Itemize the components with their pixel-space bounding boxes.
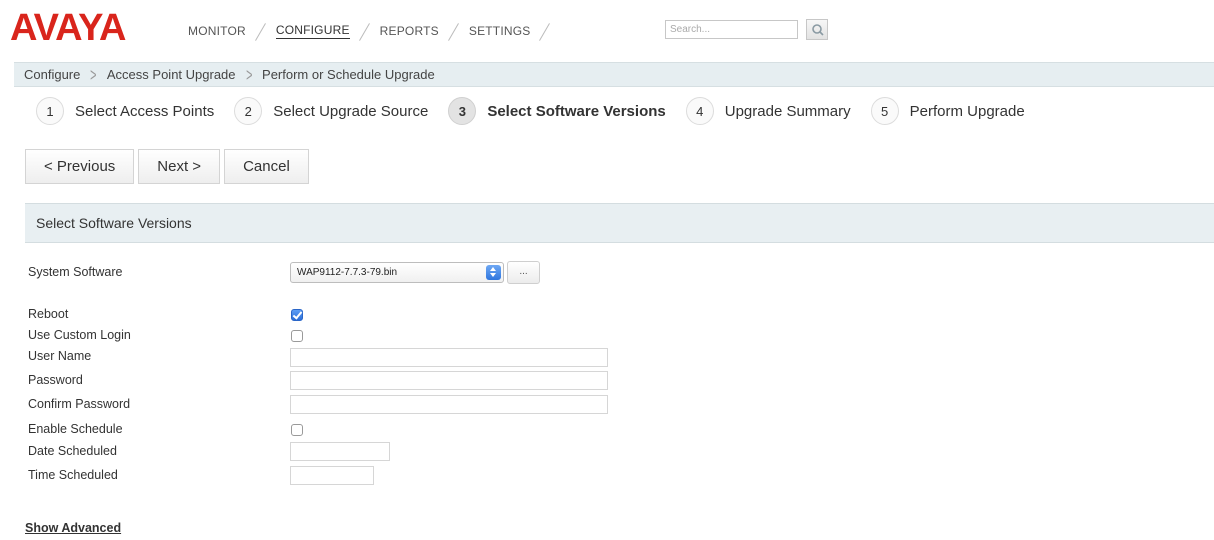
- search-icon: [812, 24, 824, 36]
- step-number: 5: [870, 97, 899, 125]
- nav-separator: [350, 20, 380, 42]
- system-software-label: System Software: [28, 265, 123, 279]
- password-field[interactable]: [290, 371, 608, 390]
- cancel-button[interactable]: Cancel: [224, 149, 309, 184]
- browse-button[interactable]: ...: [507, 261, 540, 284]
- previous-button[interactable]: < Previous: [25, 149, 135, 184]
- wizard-button-row: < Previous Next > Cancel: [25, 149, 313, 184]
- time-scheduled-field[interactable]: [290, 466, 374, 485]
- avaya-logo[interactable]: AVAYA: [10, 6, 126, 50]
- step-select-software-versions[interactable]: 3 Select Software Versions: [448, 97, 666, 125]
- step-select-access-points[interactable]: 1 Select Access Points: [36, 97, 214, 125]
- system-software-select[interactable]: WAP9112-7.7.3-79.bin: [290, 262, 504, 283]
- step-label: Select Access Points: [75, 102, 215, 120]
- user-name-field[interactable]: [290, 348, 608, 367]
- nav-separator: [439, 20, 469, 42]
- wizard-steps: 1 Select Access Points 2 Select Upgrade …: [36, 96, 1045, 126]
- step-number: 2: [234, 97, 263, 125]
- user-name-label: User Name: [28, 349, 92, 363]
- nav-configure[interactable]: CONFIGURE: [275, 23, 350, 39]
- step-number: 3: [448, 97, 477, 125]
- nav-separator: [530, 20, 560, 42]
- nav-reports[interactable]: REPORTS: [380, 24, 439, 38]
- system-software-value: WAP9112-7.7.3-79.bin: [297, 267, 398, 278]
- use-custom-login-checkbox[interactable]: [291, 330, 303, 342]
- breadcrumb-access-point-upgrade[interactable]: Access Point Upgrade: [107, 67, 236, 82]
- step-label: Select Software Versions: [487, 102, 666, 120]
- use-custom-login-label: Use Custom Login: [28, 328, 131, 342]
- confirm-password-field[interactable]: [290, 395, 608, 414]
- step-upgrade-summary[interactable]: 4 Upgrade Summary: [685, 97, 851, 125]
- breadcrumb-current-page: Perform or Schedule Upgrade: [262, 67, 435, 82]
- date-scheduled-label: Date Scheduled: [28, 444, 117, 458]
- enable-schedule-checkbox[interactable]: [291, 424, 303, 436]
- next-button[interactable]: Next >: [138, 149, 221, 184]
- enable-schedule-label: Enable Schedule: [28, 422, 123, 436]
- step-label: Perform Upgrade: [909, 102, 1025, 120]
- step-select-upgrade-source[interactable]: 2 Select Upgrade Source: [234, 97, 428, 125]
- breadcrumb: Configure > Access Point Upgrade > Perfo…: [14, 62, 1214, 87]
- step-label: Upgrade Summary: [724, 102, 851, 120]
- nav-separator: [246, 20, 276, 42]
- step-number: 4: [685, 97, 714, 125]
- time-scheduled-label: Time Scheduled: [28, 468, 118, 482]
- step-label: Select Upgrade Source: [273, 102, 429, 120]
- section-header: Select Software Versions: [25, 203, 1214, 243]
- reboot-checkbox[interactable]: [291, 309, 303, 321]
- nav-monitor[interactable]: MONITOR: [188, 24, 246, 38]
- show-advanced-link[interactable]: Show Advanced: [25, 521, 121, 535]
- chevron-right-icon: >: [245, 64, 252, 85]
- confirm-password-label: Confirm Password: [28, 397, 131, 411]
- chevron-right-icon: >: [90, 64, 97, 85]
- password-label: Password: [28, 373, 83, 387]
- step-number: 1: [36, 97, 64, 125]
- main-nav: MONITOR CONFIGURE REPORTS SETTINGS: [188, 20, 560, 42]
- search-button[interactable]: [806, 19, 828, 40]
- top-bar: AVAYA MONITOR CONFIGURE REPORTS SETTINGS: [0, 0, 1214, 60]
- select-arrows-icon: [486, 265, 501, 280]
- reboot-label: Reboot: [28, 307, 69, 321]
- breadcrumb-configure[interactable]: Configure: [24, 67, 80, 82]
- date-scheduled-field[interactable]: [290, 442, 390, 461]
- nav-settings[interactable]: SETTINGS: [469, 24, 531, 38]
- search-input[interactable]: [665, 20, 798, 39]
- step-perform-upgrade[interactable]: 5 Perform Upgrade: [870, 97, 1025, 125]
